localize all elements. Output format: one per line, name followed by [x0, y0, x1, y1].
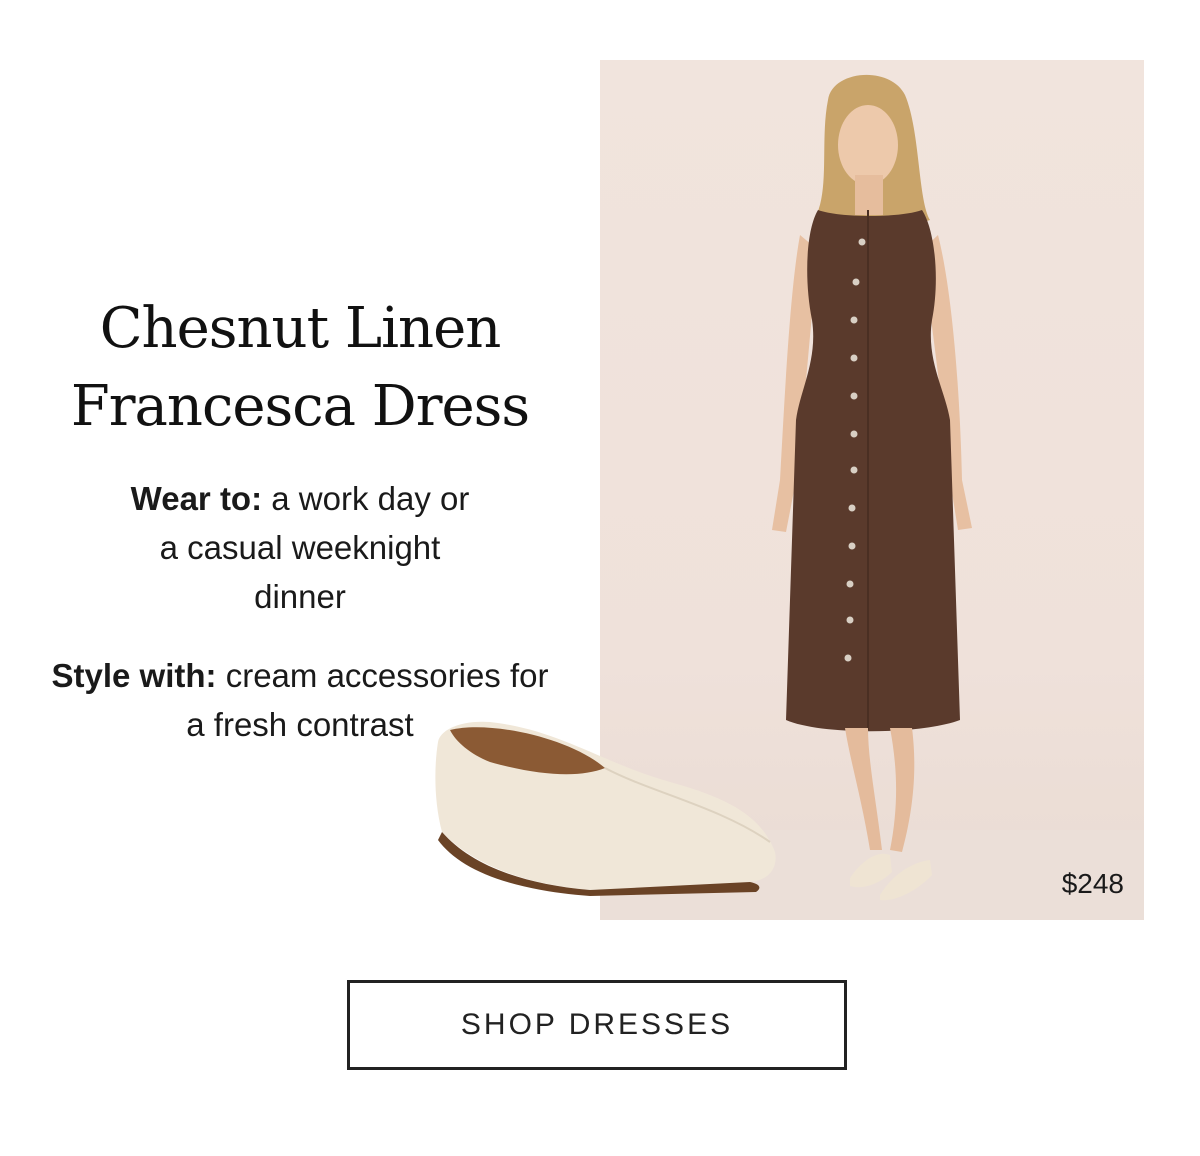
wear-to-label: Wear to: [130, 480, 263, 517]
product-price: $248 [1061, 868, 1124, 899]
product-title: Chesnut Linen Francesca Dress [40, 290, 560, 446]
product-copy: Chesnut Linen Francesca Dress Wear to: a… [40, 290, 560, 749]
product-title-line1: Chesnut Linen [99, 296, 502, 361]
product-title-line2: Francesca Dress [70, 374, 530, 439]
style-with-label: Style with: [51, 657, 217, 694]
shop-dresses-button[interactable]: SHOP DRESSES [347, 980, 847, 1070]
cream-flat-shoe-image[interactable] [430, 712, 790, 897]
product-feature-block: Chesnut Linen Francesca Dress Wear to: a… [0, 0, 1200, 1156]
wear-to-text: Wear to: a work day or a casual weeknigh… [40, 474, 560, 621]
